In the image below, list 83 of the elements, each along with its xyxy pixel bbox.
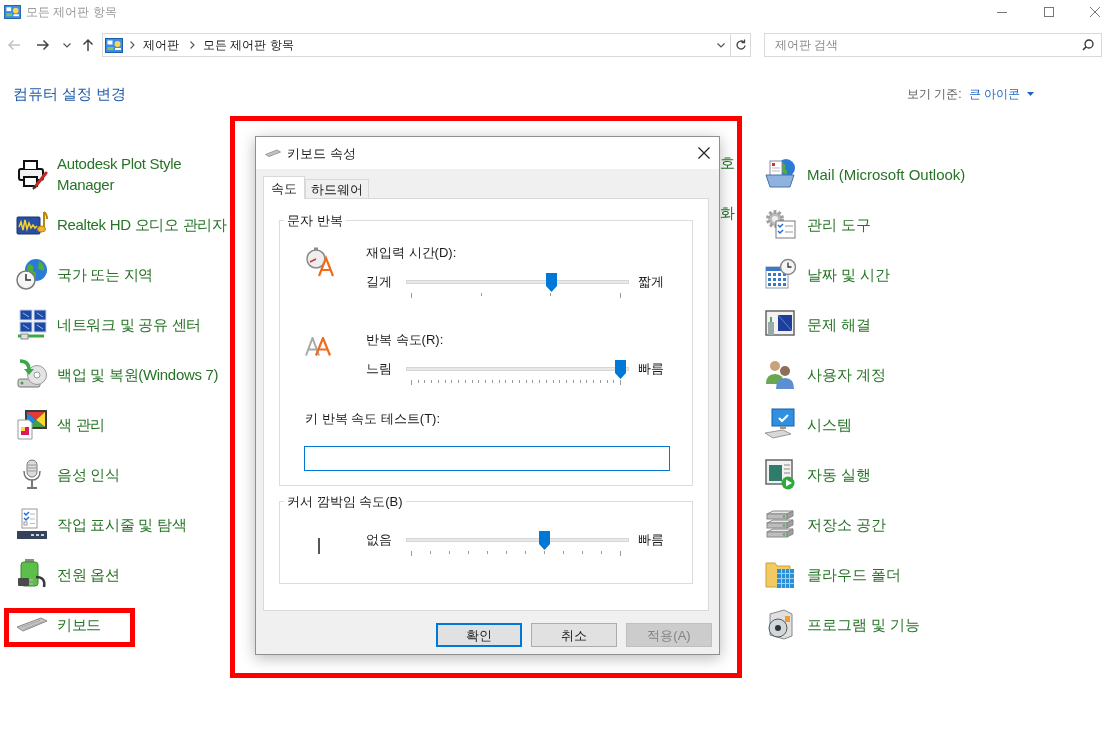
slider-thumb[interactable] [614, 359, 626, 379]
checklist-taskbar-icon [16, 508, 48, 540]
slider-min-label: 없음 [366, 531, 393, 548]
control-panel-link[interactable]: 자동 실행 [764, 458, 872, 490]
control-panel-link[interactable]: 저장소 공간 [764, 508, 887, 540]
group-title: 커서 깜박임 속도(B) [286, 493, 404, 510]
color-monitor-icon [16, 408, 48, 440]
control-panel-link[interactable]: Mail (Microsoft Outlook) [764, 158, 966, 190]
dialog-button[interactable]: 확인 [436, 623, 522, 647]
chevron-right-icon [190, 41, 195, 49]
slider-thumb[interactable] [545, 272, 557, 292]
slider-max-label: 짧게 [638, 273, 664, 290]
text-input-field[interactable] [304, 446, 670, 471]
control-panel-link[interactable]: 관리 도구 [764, 208, 872, 240]
stopwatch-letter-icon [305, 247, 335, 277]
keyboard-icon [16, 616, 48, 632]
slider-max-label: 빠름 [638, 360, 664, 377]
refresh-icon [734, 39, 747, 51]
group-title: 문자 반복 [286, 212, 344, 229]
computer-check-icon [764, 408, 796, 440]
gear-checklist-icon [764, 208, 796, 240]
chevron-right-icon [130, 41, 135, 49]
globe-clock-icon [16, 258, 48, 290]
control-panel-link[interactable]: 시스템 [764, 408, 852, 440]
keyboard-icon [265, 149, 281, 157]
view-by-dropdown[interactable]: 큰 아이콘 [968, 86, 1034, 102]
tab[interactable]: 하드웨어 [305, 179, 369, 199]
control-panel-link[interactable]: 전원 옵션 [16, 558, 227, 590]
slider-label: 반복 속도(R): [366, 331, 445, 348]
control-panel-icon [4, 5, 21, 19]
control-panel-link[interactable]: 음성 인식 [16, 458, 227, 490]
calendar-clock-icon [764, 258, 796, 290]
breadcrumb-link[interactable]: 제어판 [143, 37, 179, 53]
control-panel-link[interactable]: 키보드 [16, 613, 227, 635]
slider-max-label: 빠름 [638, 531, 664, 548]
chevron-down-icon [63, 42, 71, 48]
text-cursor-icon [318, 538, 320, 554]
battery-plug-icon [16, 558, 48, 590]
up-arrow-icon [82, 38, 94, 52]
control-panel-link[interactable]: 네트워크 및 공유 센터 [16, 308, 227, 340]
control-panel-icon [105, 37, 123, 53]
slider-label: 재입력 시간(D): [366, 244, 458, 261]
forward-arrow-icon [36, 39, 50, 51]
printer-pen-icon [16, 158, 48, 190]
control-panel-link[interactable]: 국가 또는 지역 [16, 258, 227, 290]
minimize-icon [996, 11, 1007, 13]
users-icon [764, 358, 796, 390]
page-heading: 컴퓨터 설정 변경 [13, 84, 127, 104]
control-panel-link[interactable]: 프로그램 및 기능 [764, 608, 921, 640]
control-panel-link[interactable]: 백업 및 복원(Windows 7) [16, 358, 227, 390]
slider-thumb[interactable] [539, 530, 551, 550]
window-title: 모든 제어판 항목 [26, 4, 117, 20]
disc-arrow-icon [16, 358, 48, 390]
control-panel-link[interactable]: 화 [720, 202, 735, 249]
drive-stack-icon [764, 508, 796, 540]
mail-tray-globe-icon [764, 158, 796, 190]
dialog-button[interactable]: 취소 [531, 623, 617, 647]
slider-min-label: 길게 [366, 273, 393, 290]
control-panel-link[interactable]: Realtek HD 오디오 관리자 [16, 208, 227, 240]
slider-min-label: 느림 [366, 360, 393, 377]
control-panel-link[interactable]: 사용자 계정 [764, 358, 887, 390]
dialog-title: 키보드 속성 [287, 144, 356, 162]
control-panel-link[interactable]: 색 관리 [16, 408, 227, 440]
refresh-button[interactable] [731, 33, 751, 57]
close-icon [1090, 7, 1100, 17]
control-panel-link[interactable]: 날짜 및 시간 [764, 258, 891, 290]
chevron-down-icon [717, 42, 725, 48]
address-bar[interactable]: 제어판 모든 제어판 항목 [102, 33, 731, 57]
control-panel-link[interactable]: Autodesk Plot Style Manager [16, 153, 227, 195]
control-panel-link[interactable]: 문제 해결 [764, 308, 872, 340]
view-by-label: 보기 기준: [907, 86, 962, 102]
network-screens-icon [16, 308, 48, 340]
maximize-icon [1043, 7, 1054, 17]
play-window-icon [764, 458, 796, 490]
test-label: 키 반복 속도 테스트(T): [305, 410, 442, 427]
close-icon [698, 147, 710, 159]
control-panel-link[interactable]: 호 [720, 152, 735, 199]
breadcrumb-link[interactable]: 모든 제어판 항목 [203, 37, 294, 53]
control-panel-link[interactable]: 클라우드 폴더 [764, 558, 902, 590]
back-arrow-icon [7, 39, 21, 51]
tab[interactable]: 속도 [263, 176, 305, 199]
caret-down-icon [1027, 92, 1034, 96]
control-panel-link[interactable]: 작업 표시줄 및 탐색 [16, 508, 227, 540]
